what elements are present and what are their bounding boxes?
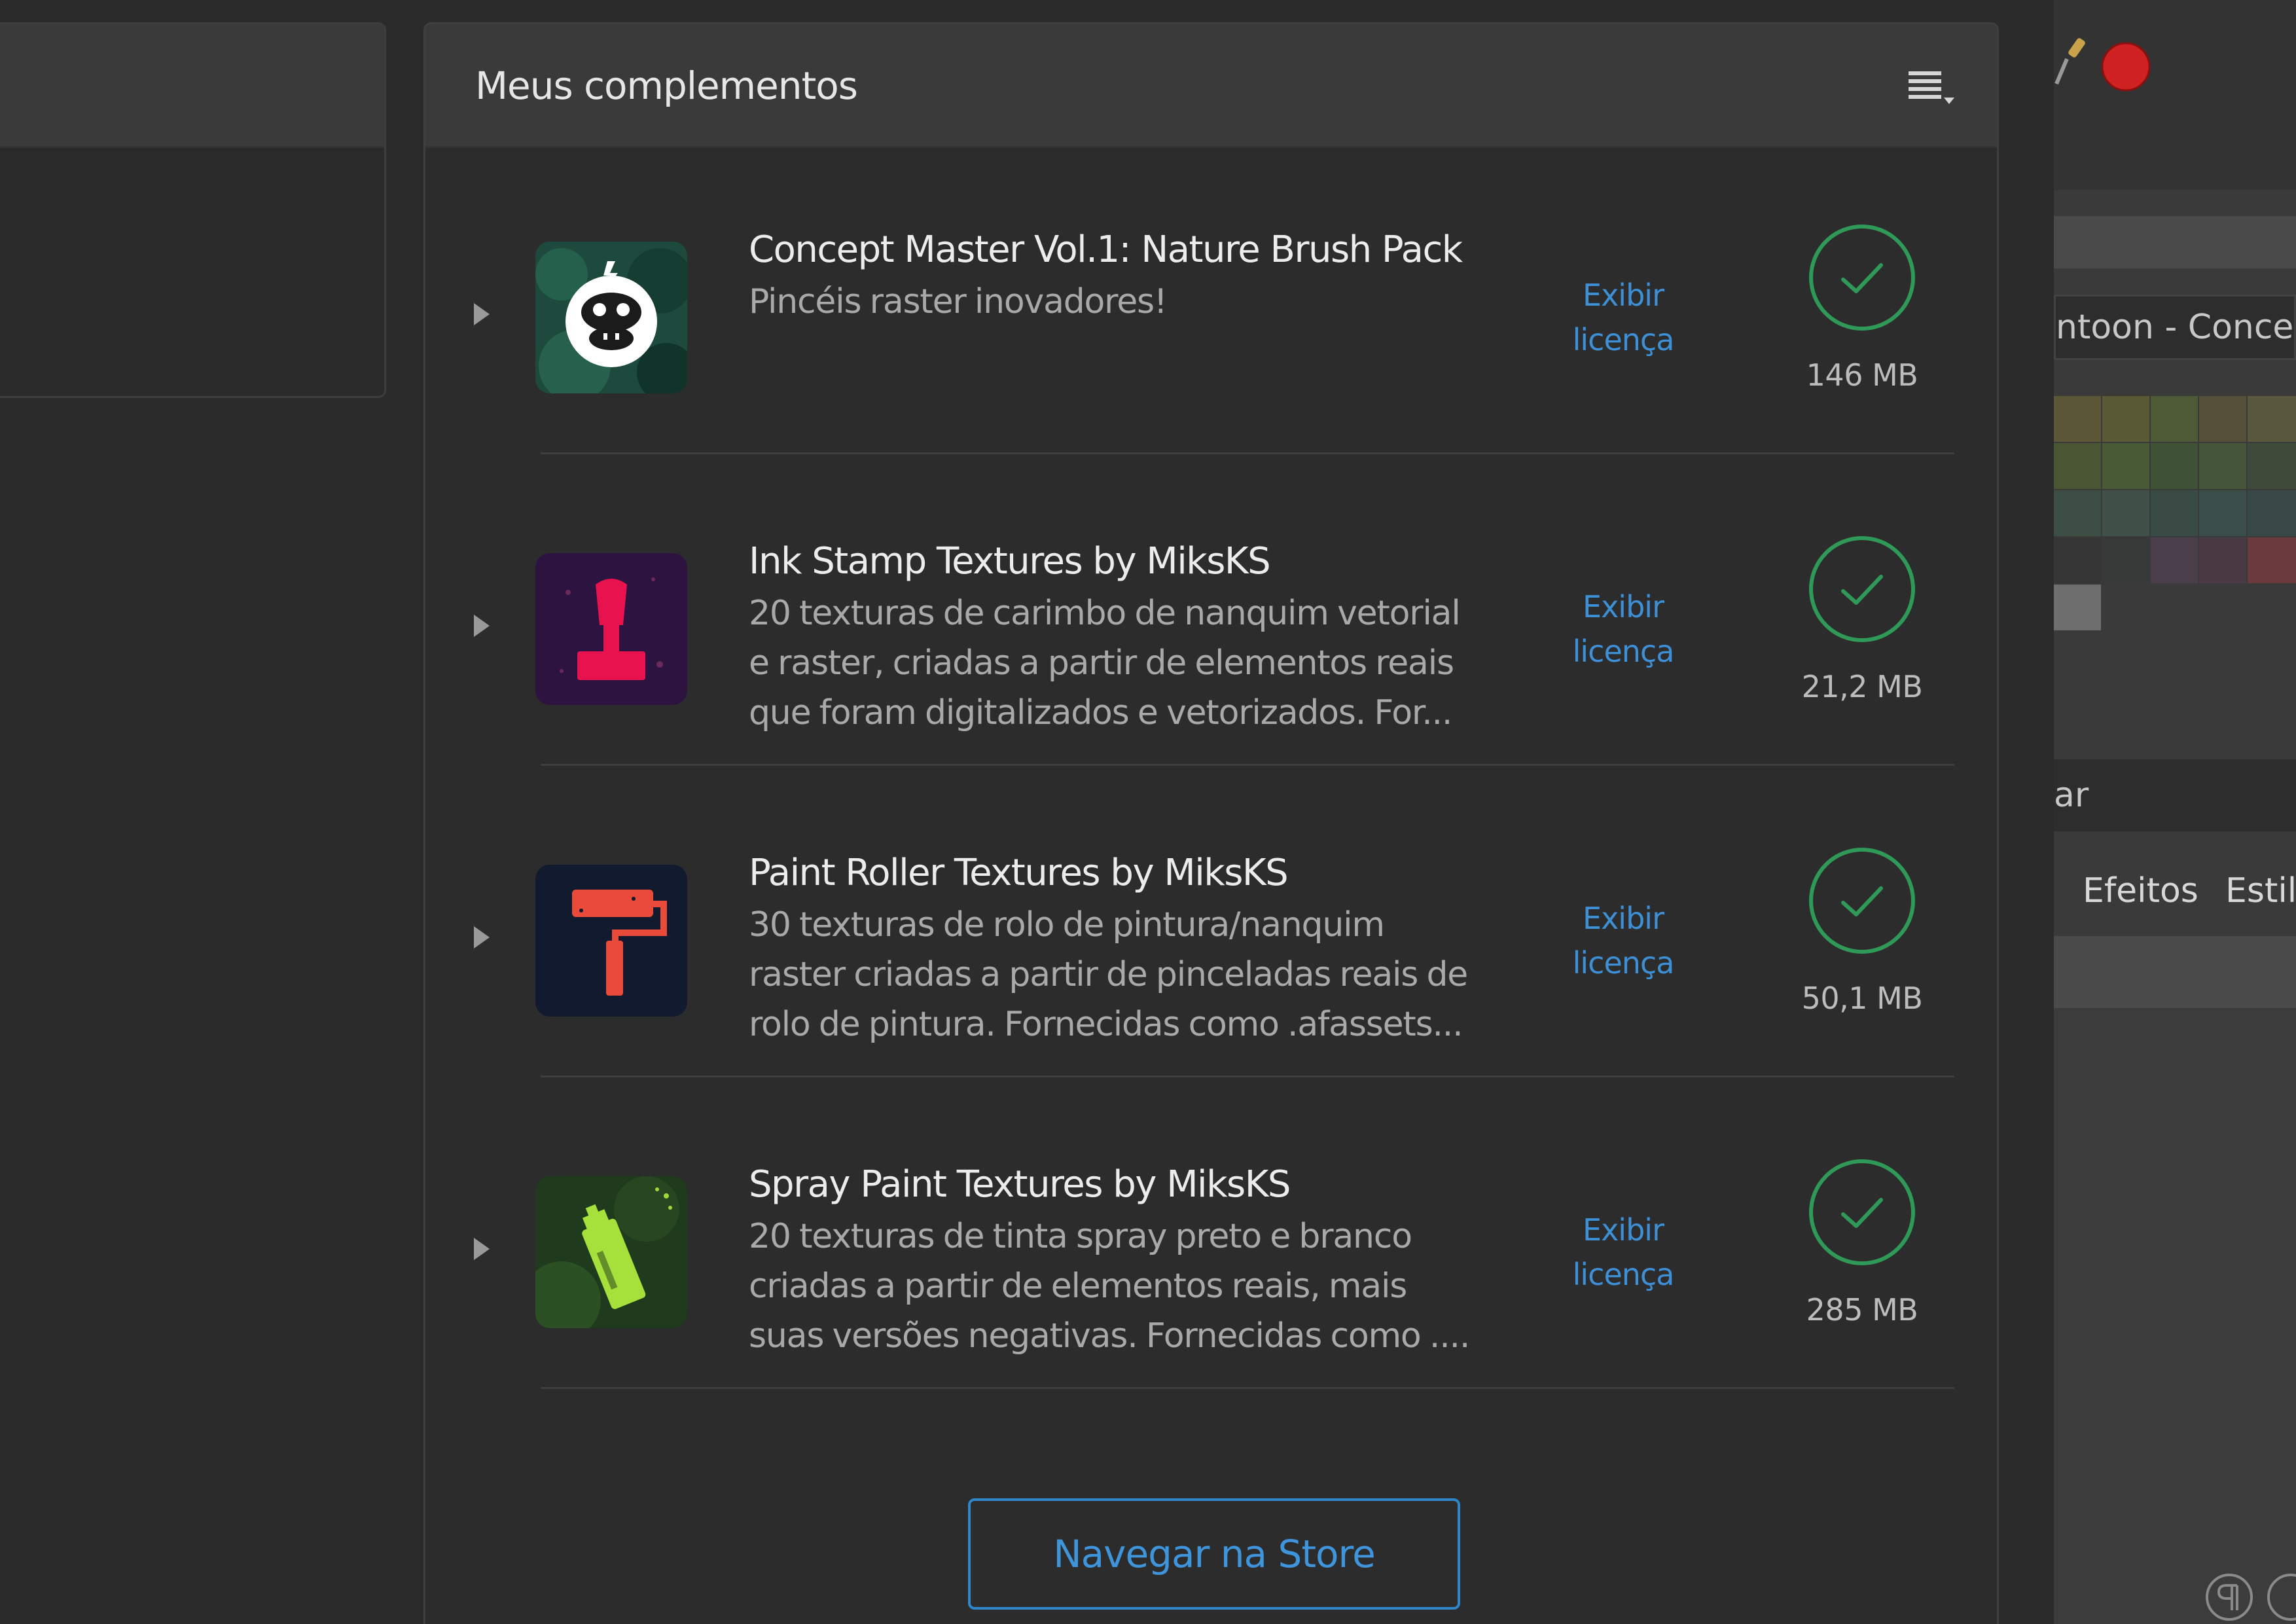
tab-styles[interactable]: Estil <box>2225 871 2296 911</box>
paint-roller-icon <box>535 865 687 1017</box>
text-flow-icon[interactable] <box>2265 1571 2296 1623</box>
spray-can-icon <box>535 1176 687 1328</box>
item-divider <box>541 764 1954 766</box>
installed-check-icon <box>1806 222 1918 333</box>
view-license-link[interactable]: Exibir licença <box>1538 273 1708 362</box>
eyedropper-icon[interactable] <box>2054 33 2093 92</box>
right-panel-tabs: Efeitos Estil <box>2054 854 2296 926</box>
addon-size: 50,1 MB <box>1801 981 1923 1016</box>
view-license-link[interactable]: Exibir licença <box>1538 1208 1708 1297</box>
right-panel-bar <box>2054 936 2296 1008</box>
expand-arrow-icon[interactable] <box>458 914 504 960</box>
addon-title: Paint Roller Textures by MiksKS <box>749 852 1289 894</box>
addon-item: Ink Stamp Textures by MiksKS 20 texturas… <box>425 458 1997 769</box>
right-panel-bar <box>2054 216 2296 268</box>
addon-description: 30 texturas de rolo de pintura/nanquim r… <box>749 905 1468 1044</box>
installed-check-icon <box>1806 1157 1918 1268</box>
item-divider <box>541 1387 1954 1389</box>
right-panel-content <box>2054 1008 2296 1624</box>
addon-size: 21,2 MB <box>1801 669 1923 704</box>
search-field[interactable]: ar <box>2054 759 2296 831</box>
color-swatches[interactable] <box>2054 396 2296 638</box>
addon-description: 20 texturas de carimbo de nanquim vetori… <box>749 594 1461 732</box>
expand-arrow-icon[interactable] <box>458 603 504 649</box>
left-panel <box>0 22 386 398</box>
paragraph-icon[interactable] <box>2203 1571 2255 1623</box>
list-menu-icon[interactable] <box>1905 63 1957 109</box>
view-license-link[interactable]: Exibir licença <box>1538 896 1708 985</box>
palette-selector[interactable]: ntoon - Concep <box>2054 295 2296 360</box>
app-window: Meus complementos Concept Master Vol.1: … <box>0 0 2296 1624</box>
addon-title: Ink Stamp Textures by MiksKS <box>749 540 1271 583</box>
record-icon[interactable] <box>2100 41 2152 93</box>
right-panel-toolbar <box>2054 0 2296 190</box>
addon-size: 285 MB <box>1806 1292 1918 1327</box>
addon-title: Concept Master Vol.1: Nature Brush Pack <box>749 228 1463 271</box>
panel-title: Meus complementos <box>475 63 858 108</box>
tab-effects[interactable]: Efeitos <box>2083 871 2198 911</box>
my-addons-panel: Meus complementos Concept Master Vol.1: … <box>423 22 1999 1624</box>
expand-arrow-icon[interactable] <box>458 291 504 337</box>
browse-store-button[interactable]: Navegar na Store <box>968 1498 1460 1610</box>
left-panel-header <box>0 24 384 148</box>
addon-title: Spray Paint Textures by MiksKS <box>749 1163 1291 1206</box>
expand-arrow-icon[interactable] <box>458 1226 504 1272</box>
addon-size: 146 MB <box>1806 357 1918 393</box>
addon-description: Pincéis raster inovadores! <box>749 282 1168 321</box>
installed-check-icon <box>1806 845 1918 956</box>
gorilla-brush-pack-icon <box>535 242 687 393</box>
addon-item: Paint Roller Textures by MiksKS 30 textu… <box>425 769 1997 1081</box>
item-divider <box>541 1075 1954 1077</box>
view-license-link[interactable]: Exibir licença <box>1538 585 1708 674</box>
addon-description: 20 texturas de tinta spray preto e branc… <box>749 1217 1470 1356</box>
addon-item: Spray Paint Textures by MiksKS 20 textur… <box>425 1081 1997 1392</box>
item-divider <box>541 452 1954 454</box>
ink-stamp-icon <box>535 553 687 705</box>
addon-item: Concept Master Vol.1: Nature Brush Pack … <box>425 146 1997 458</box>
right-panel: ntoon - Concep ar Efeitos Estil <box>2054 0 2296 1624</box>
panel-header: Meus complementos <box>425 24 1997 148</box>
installed-check-icon <box>1806 533 1918 645</box>
